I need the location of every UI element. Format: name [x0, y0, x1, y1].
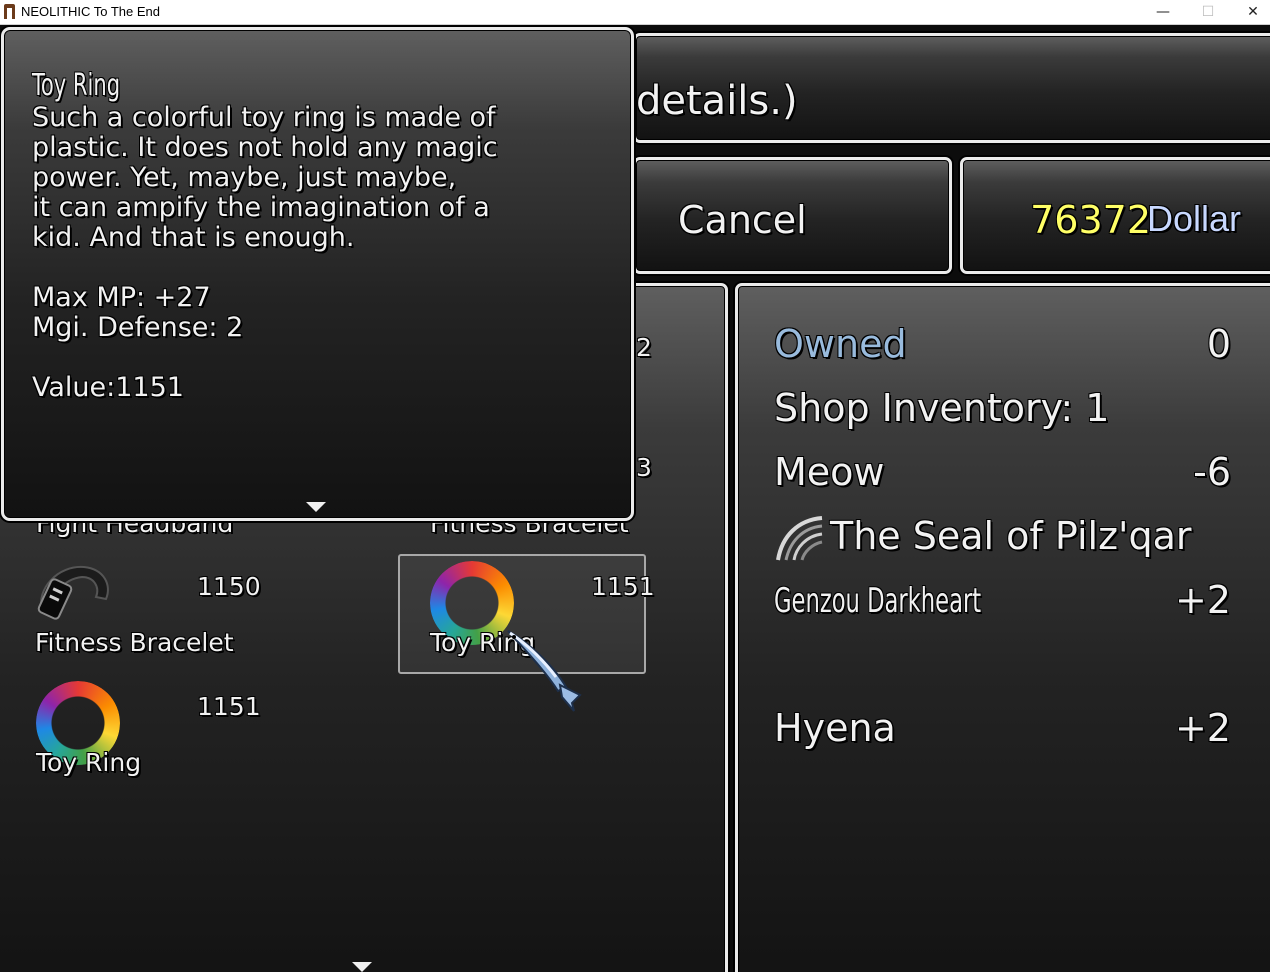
item-stat-line: Max MP: +27 — [32, 282, 211, 313]
owned-value: 0 — [1206, 322, 1231, 366]
item-description-line: Such a colorful toy ring is made of — [32, 102, 496, 133]
actor-stat-change: +2 — [1174, 706, 1231, 750]
item-description-line: kid. And that is enough. — [32, 222, 355, 253]
actor-stat-change: +2 — [1174, 578, 1231, 622]
item-info-name: Toy Ring — [32, 68, 121, 103]
scroll-down-arrow-icon[interactable] — [352, 962, 372, 972]
maximize-button[interactable]: ☐ — [1196, 2, 1220, 22]
gold-window: 76372 Dollar — [960, 157, 1270, 274]
item-value: Value:1151 — [32, 372, 184, 403]
item-price: 1150 — [197, 572, 261, 601]
currency-unit: Dollar — [1146, 198, 1241, 239]
item-description-line: plastic. It does not hold any magic — [32, 132, 498, 163]
actor-name: Meow — [774, 450, 885, 494]
equipment-name: The Seal of Pilz'qar — [830, 514, 1192, 558]
item-name: Fitness Bracelet — [35, 628, 234, 657]
info-scroll-down-arrow-icon[interactable] — [306, 502, 326, 512]
window-title: NEOLITHIC To The End — [21, 4, 160, 19]
item-price: 1151 — [197, 692, 261, 721]
actor-name: Genzou Darkheart — [774, 581, 982, 621]
help-window: details.) — [633, 33, 1270, 143]
close-button[interactable]: ✕ — [1241, 2, 1265, 22]
item-stat-line: Mgi. Defense: 2 — [32, 312, 244, 343]
window-titlebar: NEOLITHIC To The End — ☐ ✕ — [0, 0, 1270, 25]
item-name: Toy Ring — [36, 748, 142, 777]
game-screen[interactable]: details.) Cancel 76372 Dollar Fight Head… — [0, 25, 1270, 972]
help-text: details.) — [636, 78, 798, 124]
status-window: Owned 0 Shop Inventory: 1 Meow -6 The Se… — [735, 283, 1270, 972]
item-description-line: it can ampify the imagination of a — [32, 192, 490, 223]
item-info-popup: Toy Ring Such a colorful toy ring is mad… — [1, 27, 634, 521]
seal-icon — [776, 516, 823, 561]
app-icon — [4, 4, 15, 19]
list-item[interactable]: 1150 Fitness Bracelet — [30, 553, 261, 663]
shop-inventory-label: Shop Inventory: 1 — [774, 386, 1110, 430]
fish-cursor-icon — [507, 630, 582, 712]
minimize-button[interactable]: — — [1151, 2, 1175, 22]
cancel-button[interactable]: Cancel — [678, 198, 807, 242]
actor-stat-change: -6 — [1193, 450, 1231, 494]
gold-amount: 76372 — [1030, 198, 1151, 242]
item-price: 1151 — [591, 572, 655, 601]
list-item[interactable]: 1151 Toy Ring — [30, 673, 261, 783]
fitness-bracelet-icon — [37, 565, 109, 620]
item-description-line: power. Yet, maybe, just maybe, — [32, 162, 457, 193]
owned-label: Owned — [774, 322, 907, 366]
partial-item-price: 3 — [636, 453, 652, 482]
command-window: Cancel — [633, 157, 952, 274]
actor-name: Hyena — [774, 706, 896, 750]
partial-item-price: 2 — [636, 333, 652, 362]
